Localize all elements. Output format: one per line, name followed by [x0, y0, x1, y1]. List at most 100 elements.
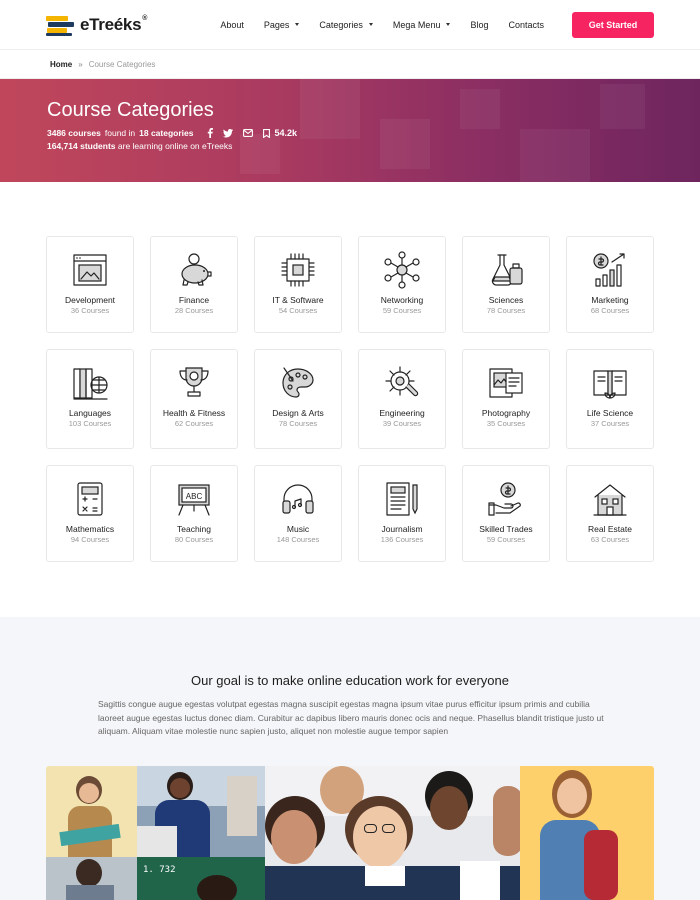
chip-icon — [255, 250, 341, 290]
category-name: Engineering — [379, 408, 425, 418]
category-course-count: 63 Courses — [590, 535, 630, 544]
students-line: 164,714 students are learning online on … — [47, 141, 653, 151]
categories-count: 18 categories — [139, 128, 194, 138]
headphones-icon — [255, 479, 341, 519]
category-course-count: 94 Courses — [70, 535, 110, 544]
category-card[interactable]: Skilled Trades 59 Courses — [462, 465, 550, 562]
category-course-count: 59 Courses — [382, 306, 422, 315]
category-card[interactable]: Design & Arts 78 Courses — [254, 349, 342, 449]
category-card[interactable]: Mathematics 94 Courses — [46, 465, 134, 562]
category-card[interactable]: Real Estate 63 Courses — [566, 465, 654, 562]
category-card[interactable]: Finance 28 Courses — [150, 236, 238, 333]
category-name: Development — [64, 295, 116, 305]
category-name: Real Estate — [588, 524, 632, 534]
category-course-count: 68 Courses — [590, 306, 630, 315]
nav-item-contacts[interactable]: Contacts — [498, 20, 554, 30]
category-card[interactable]: Sciences 78 Courses — [462, 236, 550, 333]
category-card[interactable]: Marketing 68 Courses — [566, 236, 654, 333]
category-course-count: 136 Courses — [380, 535, 424, 544]
facebook-icon[interactable] — [207, 128, 214, 138]
top-navbar: eTreéks® About Pages Categories Mega Menu Bl… — [0, 0, 700, 50]
browser-icon — [47, 250, 133, 290]
brand-name: eTreéks — [80, 14, 142, 34]
category-card[interactable]: Photography 35 Courses — [462, 349, 550, 449]
nav-item-blog[interactable]: Blog — [460, 20, 498, 30]
hero-pattern — [240, 134, 280, 174]
found-in-text: found in — [104, 128, 136, 138]
category-card[interactable]: Music 148 Courses — [254, 465, 342, 562]
category-course-count: 78 Courses — [278, 419, 318, 428]
bookmark-icon[interactable]: 54.2k — [263, 128, 297, 138]
caret-down-icon — [446, 23, 451, 26]
category-course-count: 78 Courses — [486, 306, 526, 315]
get-started-button[interactable]: Get Started — [572, 11, 654, 38]
nav-item-label: Contacts — [508, 19, 544, 30]
bookmarks-count: 54.2k — [274, 128, 297, 138]
category-card[interactable]: Life Science 37 Courses — [566, 349, 654, 449]
hero-stats: 3486 courses found in 18 categories 54.2… — [47, 128, 653, 138]
goal-title: Our goal is to make online education wor… — [191, 673, 509, 688]
caret-down-icon — [368, 23, 373, 26]
nav-item-pages[interactable]: Pages — [254, 20, 310, 30]
chalkboard-text: 1. 732 — [143, 865, 176, 875]
email-icon[interactable] — [243, 129, 254, 137]
trophy-icon — [151, 363, 237, 403]
category-card[interactable]: Engineering 39 Courses — [358, 349, 446, 449]
category-card[interactable]: IT & Software 54 Courses — [254, 236, 342, 333]
category-name: Music — [286, 524, 310, 534]
category-name: Sciences — [488, 295, 524, 305]
category-course-count: 59 Courses — [486, 535, 526, 544]
palette-icon — [255, 363, 341, 403]
photo-chalkboard: 1. 732 — [137, 857, 265, 900]
category-course-count: 148 Courses — [276, 535, 320, 544]
category-course-count: 39 Courses — [382, 419, 422, 428]
photo-student-glasses — [46, 857, 137, 900]
category-course-count: 80 Courses — [174, 535, 214, 544]
photo-group-students — [265, 766, 523, 900]
category-name: Mathematics — [65, 524, 115, 534]
breadcrumb: Home » Course Categories — [0, 50, 700, 79]
page-hero: Course Categories 3486 courses found in … — [0, 79, 700, 182]
students-text: are learning online on eTreeks — [117, 141, 233, 151]
category-name: Skilled Trades — [479, 524, 533, 534]
photo-girl-backpack — [520, 766, 654, 900]
hand-coin-icon — [463, 479, 549, 519]
category-card[interactable]: Health & Fitness 62 Courses — [150, 349, 238, 449]
category-name: Health & Fitness — [162, 408, 226, 418]
category-name: Design & Arts — [272, 408, 324, 418]
piggy-bank-icon — [151, 250, 237, 290]
goal-text: Sagittis congue augue egestas volutpat e… — [98, 699, 604, 736]
students-photo-collage: 1. 732 — [46, 766, 654, 900]
students-count: 164,714 students — [47, 141, 116, 151]
document-pen-icon — [359, 479, 445, 519]
photo-icon — [463, 363, 549, 403]
category-course-count: 103 Courses — [68, 419, 112, 428]
category-card[interactable]: ABC Teaching 80 Courses — [150, 465, 238, 562]
category-card[interactable]: Networking 59 Courses — [358, 236, 446, 333]
breadcrumb-separator: » — [78, 59, 83, 69]
category-course-count: 35 Courses — [486, 419, 526, 428]
nav-item-categories[interactable]: Categories — [309, 20, 383, 30]
logo[interactable]: eTreéks® — [46, 14, 147, 36]
twitter-icon[interactable] — [223, 128, 234, 138]
nav-item-mega-menu[interactable]: Mega Menu — [383, 20, 461, 30]
category-name: Journalism — [381, 524, 423, 534]
nav-item-label: Mega Menu — [392, 19, 441, 30]
category-name: Marketing — [591, 295, 629, 305]
category-name: Teaching — [176, 524, 212, 534]
category-card[interactable]: Development 36 Courses — [46, 236, 134, 333]
house-icon — [567, 479, 653, 519]
calculator-icon — [47, 479, 133, 519]
books-globe-icon — [47, 363, 133, 403]
svg-text:ABC: ABC — [186, 492, 203, 501]
blackboard-icon: ABC — [151, 479, 237, 519]
courses-count: 3486 courses — [47, 128, 101, 138]
nav-item-label: Blog — [470, 19, 489, 30]
category-name: Life Science — [586, 408, 634, 418]
category-card[interactable]: Journalism 136 Courses — [358, 465, 446, 562]
breadcrumb-home[interactable]: Home — [50, 60, 72, 69]
logo-books-icon — [46, 14, 74, 36]
nav-item-about[interactable]: About — [210, 20, 254, 30]
nav-item-label: Categories — [319, 19, 363, 30]
category-card[interactable]: Languages 103 Courses — [46, 349, 134, 449]
